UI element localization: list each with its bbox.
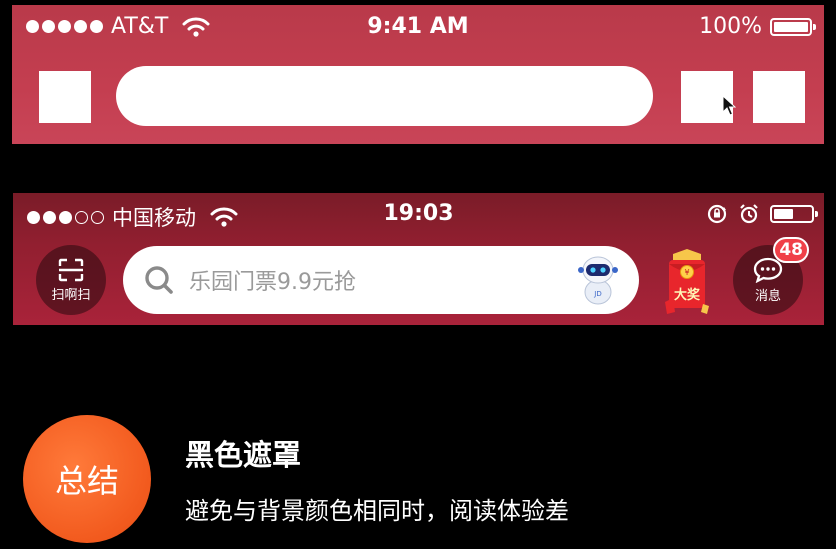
alarm-clock-icon (740, 204, 758, 224)
message-button[interactable]: 消息 48 (733, 237, 809, 315)
rotation-lock-icon (707, 204, 727, 224)
search-bar-placeholder[interactable] (116, 66, 653, 126)
navbar-mock-plain: AT&T 9:41 AM 100% (12, 5, 824, 144)
scan-button-label: 扫啊扫 (51, 287, 91, 303)
status-time: 19:03 (383, 201, 454, 226)
promo-red-envelope[interactable]: ¥ 大奖 (663, 248, 711, 320)
summary-title: 黑色遮罩 (185, 438, 302, 472)
battery-percent: 100% (699, 14, 762, 39)
svg-text:¥: ¥ (684, 268, 689, 277)
summary-badge: 总结 (23, 415, 151, 543)
search-icon (145, 266, 173, 294)
red-envelope-icon: ¥ (665, 249, 709, 314)
unread-count-badge: 48 (773, 237, 809, 263)
svg-text:JD: JD (593, 290, 601, 298)
navbar-mock-jd: 中国移动 19:03 扫啊扫 乐园门票9.9元抢 JD ¥ 大奖 消息 48 (13, 193, 824, 325)
search-placeholder: 乐园门票9.9元抢 (189, 270, 356, 295)
left-button-placeholder[interactable] (39, 71, 91, 123)
jd-robot-icon[interactable]: JD (575, 254, 621, 306)
search-input[interactable]: 乐园门票9.9元抢 JD (123, 246, 639, 314)
status-bar: AT&T 9:41 AM 100% (12, 5, 824, 49)
battery-icon (770, 205, 818, 223)
scan-button[interactable]: 扫啊扫 (36, 245, 106, 315)
right-button-placeholder-2[interactable] (753, 71, 805, 123)
message-button-label: 消息 (754, 288, 781, 304)
scan-icon (58, 258, 84, 281)
summary-description: 避免与背景颜色相同时，阅读体验差 (185, 497, 569, 525)
status-bar: 中国移动 19:03 (13, 193, 824, 237)
battery-icon (770, 17, 816, 36)
promo-label: 大奖 (673, 288, 700, 303)
summary-badge-label: 总结 (54, 462, 119, 500)
mouse-cursor-icon (722, 95, 736, 116)
